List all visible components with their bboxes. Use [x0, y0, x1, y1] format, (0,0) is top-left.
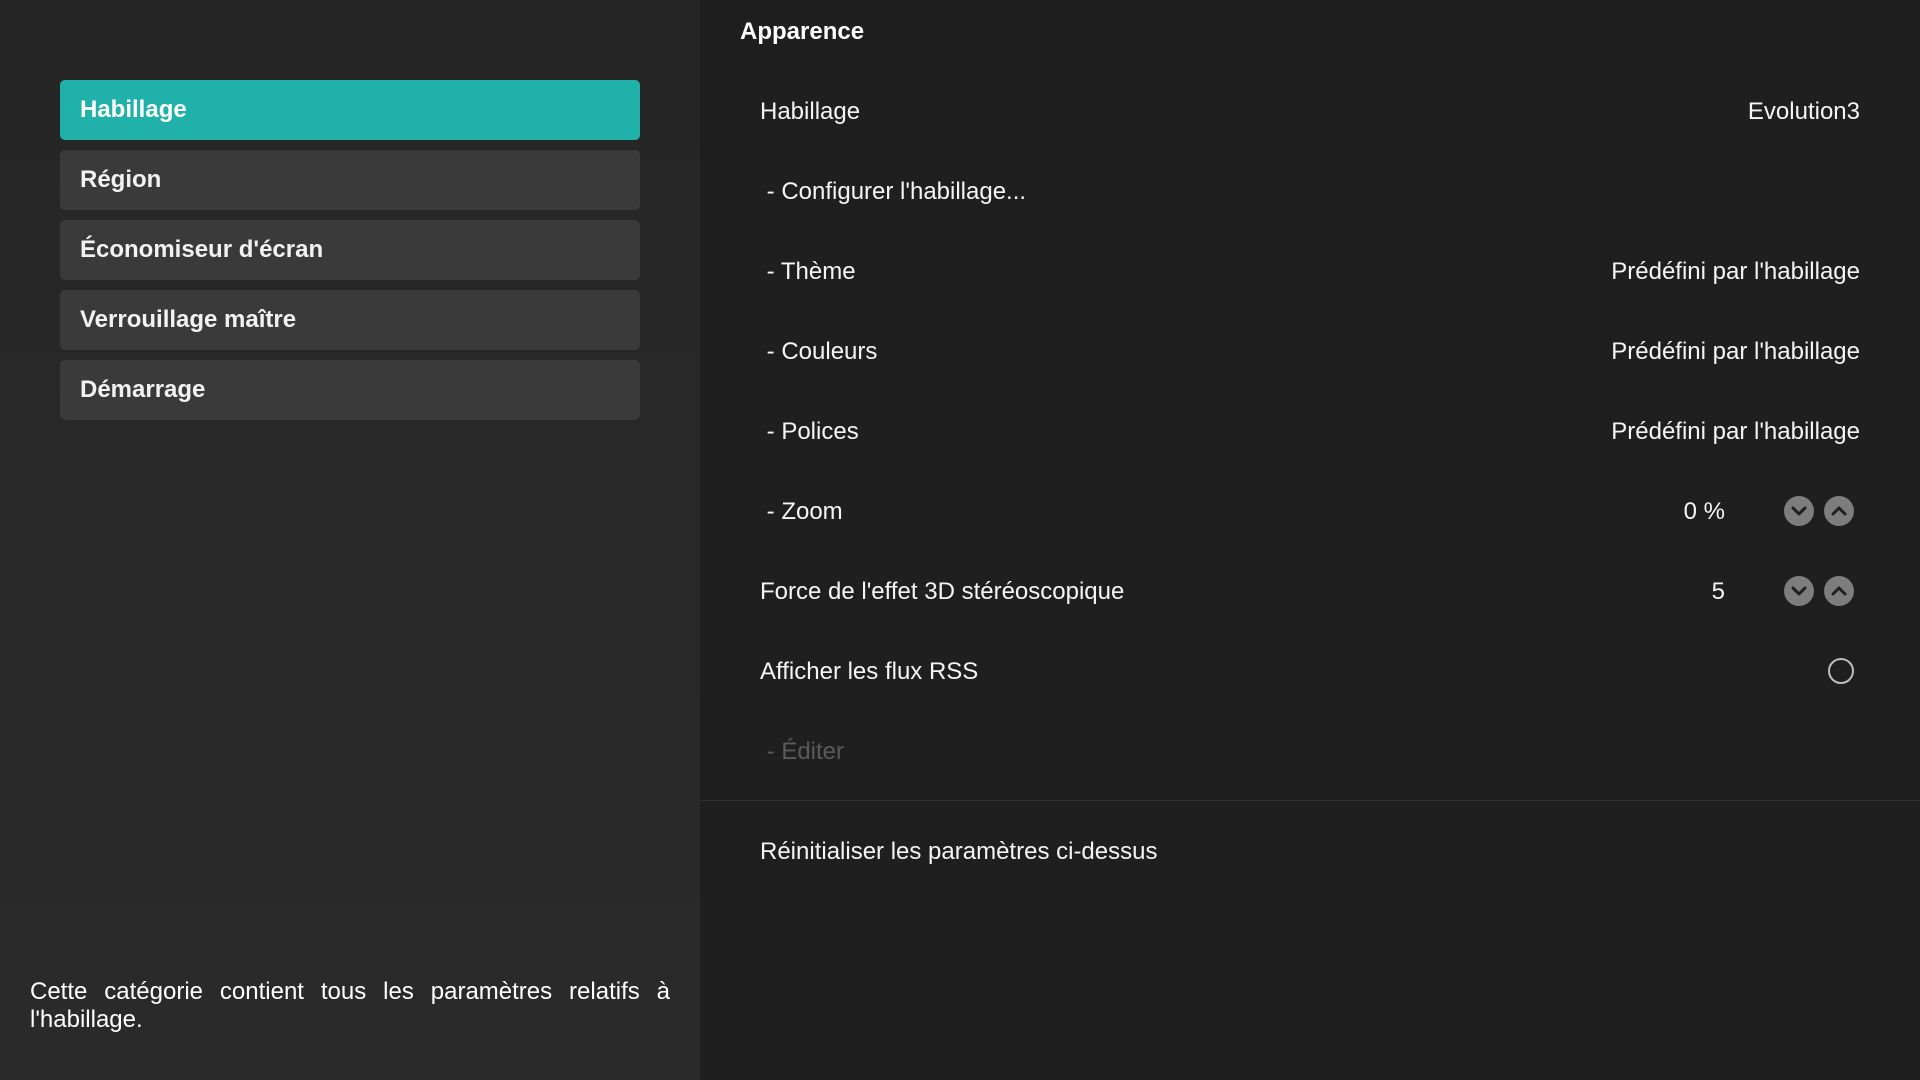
setting-label: Force de l'effet 3D stéréoscopique	[760, 578, 1125, 605]
spinner-buttons	[1784, 496, 1854, 526]
category-item-label: Région	[80, 166, 162, 193]
setting-theme[interactable]: - Thème Prédéfini par l'habillage	[760, 242, 1860, 302]
setting-fonts[interactable]: - Polices Prédéfini par l'habillage	[760, 402, 1860, 462]
spinner-buttons	[1784, 576, 1854, 606]
chevron-down-icon[interactable]	[1784, 496, 1814, 526]
setting-label: - Éditer	[760, 738, 845, 765]
category-item-habillage[interactable]: Habillage	[60, 80, 640, 140]
setting-label: - Configurer l'habillage...	[760, 178, 1027, 205]
setting-value: Prédéfini par l'habillage	[1611, 338, 1860, 365]
category-item-master-lock[interactable]: Verrouillage maître	[60, 290, 640, 350]
setting-label: Habillage	[760, 98, 861, 125]
category-list: Habillage Région Économiseur d'écran Ver…	[60, 80, 640, 430]
settings-panel: Apparence Habillage Evolution3 - Configu…	[700, 0, 1920, 1080]
chevron-up-icon[interactable]	[1824, 576, 1854, 606]
setting-zoom[interactable]: - Zoom 0 %	[760, 482, 1860, 542]
category-item-region[interactable]: Région	[60, 150, 640, 210]
category-item-startup[interactable]: Démarrage	[60, 360, 640, 420]
setting-stereo-strength[interactable]: Force de l'effet 3D stéréoscopique 5	[760, 562, 1860, 622]
category-description: Cette catégorie contient tous les paramè…	[30, 978, 670, 1033]
category-panel: Habillage Région Économiseur d'écran Ver…	[0, 0, 700, 1080]
setting-edit-rss: - Éditer	[760, 722, 1860, 782]
setting-show-rss[interactable]: Afficher les flux RSS	[760, 642, 1860, 702]
setting-skin[interactable]: Habillage Evolution3	[760, 82, 1860, 142]
setting-value: 5	[1711, 578, 1725, 605]
radio-off-icon[interactable]	[1828, 658, 1854, 684]
chevron-up-icon[interactable]	[1824, 496, 1854, 526]
setting-label: - Thème	[760, 258, 856, 285]
setting-label: - Couleurs	[760, 338, 878, 365]
setting-value: 0 %	[1683, 498, 1725, 525]
settings-window: Habillage Région Économiseur d'écran Ver…	[0, 0, 1920, 1080]
category-item-label: Économiseur d'écran	[80, 236, 324, 263]
setting-value: Prédéfini par l'habillage	[1611, 258, 1860, 285]
divider	[700, 800, 1920, 801]
setting-colors[interactable]: - Couleurs Prédéfini par l'habillage	[760, 322, 1860, 382]
setting-value: Evolution3	[1747, 98, 1860, 125]
reset-label: Réinitialiser les paramètres ci-dessus	[760, 838, 1158, 865]
setting-configure-skin[interactable]: - Configurer l'habillage...	[760, 162, 1860, 222]
section-title: Apparence	[740, 18, 865, 45]
setting-label: - Polices	[760, 418, 859, 445]
category-item-label: Verrouillage maître	[80, 306, 297, 333]
setting-value: Prédéfini par l'habillage	[1611, 418, 1860, 445]
category-item-label: Habillage	[80, 96, 187, 123]
reset-button[interactable]: Réinitialiser les paramètres ci-dessus	[760, 822, 1860, 882]
category-item-label: Démarrage	[80, 376, 206, 403]
chevron-down-icon[interactable]	[1784, 576, 1814, 606]
setting-label: Afficher les flux RSS	[760, 658, 979, 685]
category-item-screensaver[interactable]: Économiseur d'écran	[60, 220, 640, 280]
